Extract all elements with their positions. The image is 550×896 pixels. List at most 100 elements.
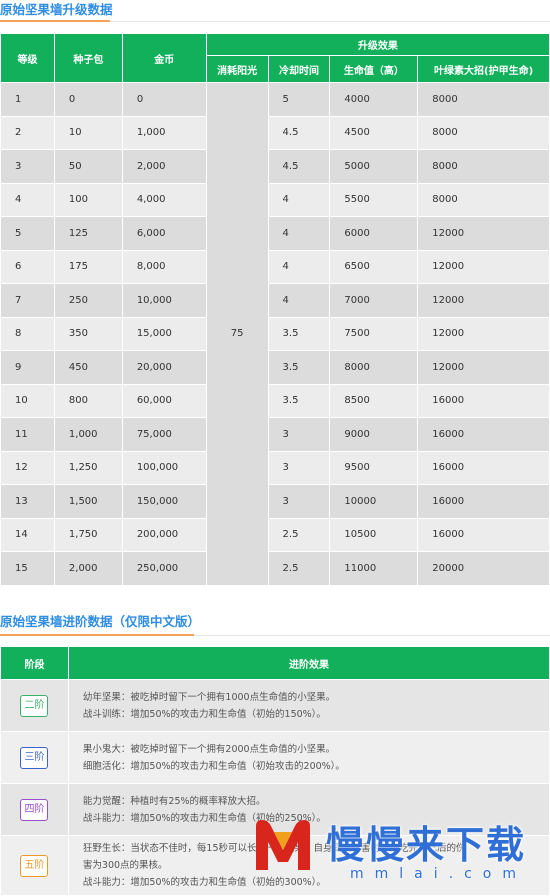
- cell-skill: 8000: [417, 149, 550, 184]
- cell-coin: 0: [121, 82, 207, 117]
- cell-seed: 450: [53, 350, 123, 385]
- header-advance-effect: 进阶效果: [67, 646, 550, 680]
- cell-seed: 0: [53, 82, 123, 117]
- cell-coin: 10,000: [121, 283, 207, 318]
- cell-skill: 12000: [417, 216, 550, 251]
- cell-cooldown: 2.5: [267, 517, 331, 552]
- cell-coin: 100,000: [121, 450, 207, 485]
- cell-level: 12: [0, 450, 55, 485]
- cell-hp: 6000: [329, 216, 419, 251]
- cell-skill: 12000: [417, 316, 550, 351]
- cell-sun-cost: 75: [205, 82, 269, 586]
- cell-skill: 8000: [417, 82, 550, 117]
- cell-skill: 12000: [417, 350, 550, 385]
- cell-level: 2: [0, 115, 55, 150]
- cell-seed: 175: [53, 249, 123, 284]
- cell-advance-effect: 幼年坚果：被吃掉时留下一个拥有1000点生命值的小坚果。 战斗训练：增加50%的攻…: [67, 679, 550, 732]
- header-seed: 种子包: [53, 33, 123, 83]
- cell-hp: 9000: [329, 417, 419, 452]
- cell-cooldown: 3: [267, 484, 331, 519]
- cell-cooldown: 4.5: [267, 115, 331, 150]
- cell-coin: 1,000: [121, 115, 207, 150]
- cell-seed: 10: [53, 115, 123, 150]
- cell-skill: 20000: [417, 551, 550, 586]
- cell-coin: 250,000: [121, 551, 207, 586]
- cell-skill: 12000: [417, 249, 550, 284]
- cell-hp: 7500: [329, 316, 419, 351]
- cell-hp: 7000: [329, 283, 419, 318]
- cell-coin: 8,000: [121, 249, 207, 284]
- table-row: 14 1,750 200,000 2.5 10500 16000: [0, 517, 550, 552]
- table-row: 11 1,000 75,000 3 9000 16000: [0, 417, 550, 452]
- header-stage: 阶段: [0, 646, 69, 680]
- stage-badge: 五阶: [20, 854, 49, 877]
- cell-skill: 16000: [417, 517, 550, 552]
- cell-cooldown: 4.5: [267, 149, 331, 184]
- effect-line: 幼年坚果：被吃掉时留下一个拥有1000点生命值的小坚果。: [82, 691, 336, 703]
- table-row: 5 125 6,000 4 6000 12000: [0, 216, 550, 251]
- cell-skill: 8000: [417, 115, 550, 150]
- cell-level: 9: [0, 350, 55, 385]
- cell-cooldown: 3.5: [267, 383, 331, 418]
- cell-hp: 5500: [329, 182, 419, 217]
- cell-coin: 2,000: [121, 149, 207, 184]
- cell-seed: 1,750: [53, 517, 123, 552]
- cell-cooldown: 4: [267, 216, 331, 251]
- upgrade-table: 等级 种子包 金币 升级效果 消耗阳光 冷却时间 生命值（高） 叶绿素大招(护甲…: [0, 33, 550, 586]
- cell-hp: 5000: [329, 149, 419, 184]
- table-row: 3 50 2,000 4.5 5000 8000: [0, 149, 550, 184]
- cell-level: 10: [0, 383, 55, 418]
- title-underline: [0, 20, 110, 22]
- cell-seed: 1,000: [53, 417, 123, 452]
- cell-level: 13: [0, 484, 55, 519]
- cell-hp: 11000: [329, 551, 419, 586]
- table-row: 9 450 20,000 3.5 8000 12000: [0, 350, 550, 385]
- table-row: 1 0 0 75 5 4000 8000: [0, 82, 550, 586]
- effect-line: 能力觉醒：种植时有25%的概率释放大招。: [82, 795, 266, 807]
- cell-advance-effect: 果小鬼大：被吃掉时留下一个拥有2000点生命值的小坚果。 细胞活化：增加50%的攻…: [67, 731, 550, 784]
- section-title-advance: 原始坚果墙进阶数据（仅限中文版）: [0, 614, 201, 629]
- cell-level: 1: [0, 82, 55, 117]
- effect-line: 果小鬼大：被吃掉时留下一个拥有2000点生命值的小坚果。: [82, 743, 336, 755]
- cell-seed: 250: [53, 283, 123, 318]
- stage-badge: 三阶: [20, 746, 49, 769]
- watermark-logo-icon: [256, 820, 310, 870]
- header-coin: 金币: [121, 33, 207, 83]
- effect-line: 细胞活化：增加50%的攻击力和生命值（初始攻击的200%）。: [82, 760, 345, 772]
- table-row: 4 100 4,000 4 5500 8000: [0, 182, 550, 217]
- cell-hp: 10000: [329, 484, 419, 519]
- cell-cooldown: 4: [267, 283, 331, 318]
- cell-level: 7: [0, 283, 55, 318]
- cell-level: 8: [0, 316, 55, 351]
- cell-seed: 800: [53, 383, 123, 418]
- header-cooldown: 冷却时间: [267, 55, 331, 83]
- cell-coin: 4,000: [121, 182, 207, 217]
- table-row: 2 10 1,000 4.5 4500 8000: [0, 115, 550, 150]
- table-row: 12 1,250 100,000 3 9500 16000: [0, 450, 550, 485]
- table-row: 10 800 60,000 3.5 8500 16000: [0, 383, 550, 418]
- effect-line: 战斗训练：增加50%的攻击力和生命值（初始的150%）。: [82, 708, 326, 720]
- header-skill: 叶绿素大招(护甲生命): [417, 55, 550, 83]
- cell-cooldown: 3: [267, 450, 331, 485]
- watermark-text: 慢慢来下载: [326, 823, 527, 867]
- cell-level: 4: [0, 182, 55, 217]
- header-effect: 升级效果: [205, 33, 550, 56]
- cell-level: 15: [0, 551, 55, 586]
- cell-skill: 12000: [417, 283, 550, 318]
- cell-hp: 8000: [329, 350, 419, 385]
- cell-coin: 150,000: [121, 484, 207, 519]
- cell-level: 3: [0, 149, 55, 184]
- cell-hp: 4500: [329, 115, 419, 150]
- table-row: 6 175 8,000 4 6500 12000: [0, 249, 550, 284]
- stage-badge: 四阶: [20, 798, 49, 821]
- table-row: 13 1,500 150,000 3 10000 16000: [0, 484, 550, 519]
- watermark-url: mmlai.com: [350, 866, 527, 882]
- stage-badge: 二阶: [20, 694, 49, 717]
- cell-coin: 75,000: [121, 417, 207, 452]
- cell-seed: 350: [53, 316, 123, 351]
- cell-seed: 125: [53, 216, 123, 251]
- section-title-upgrade: 原始坚果墙升级数据: [0, 2, 113, 17]
- cell-hp: 8500: [329, 383, 419, 418]
- cell-coin: 60,000: [121, 383, 207, 418]
- cell-cooldown: 5: [267, 82, 331, 117]
